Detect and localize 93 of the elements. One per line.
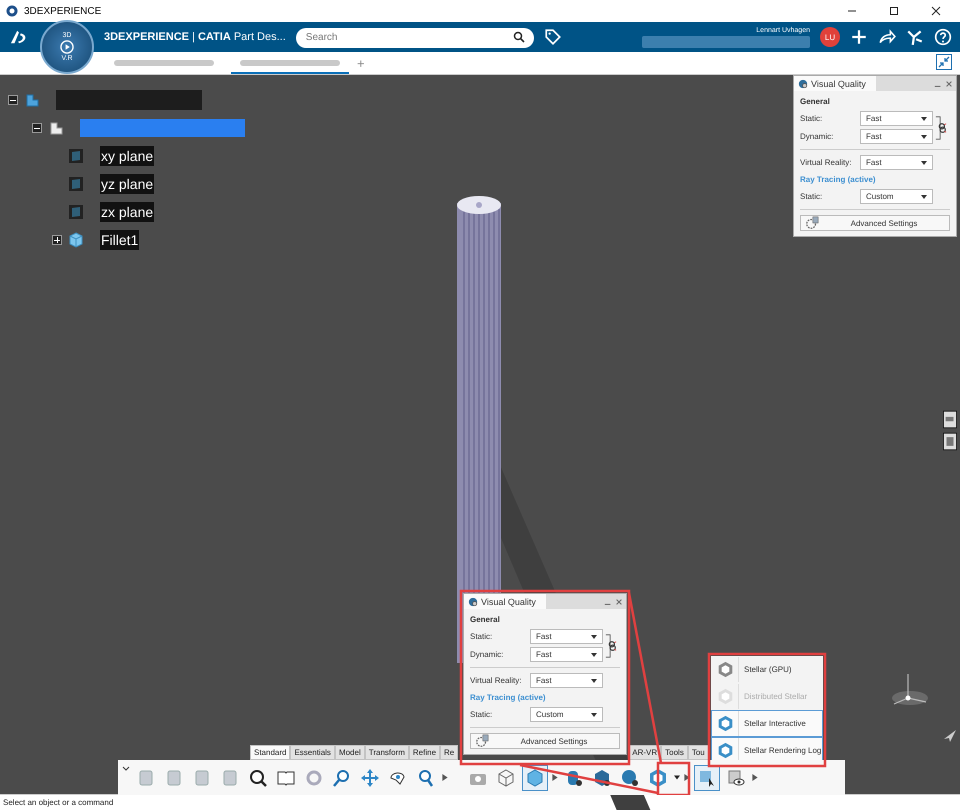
tag-icon[interactable]: [544, 28, 562, 46]
hexagon-icon: [716, 742, 734, 759]
select-cube-icon[interactable]: [694, 764, 720, 790]
advanced-settings-button[interactable]: Advanced Settings: [800, 215, 950, 231]
search-icon[interactable]: [512, 31, 525, 43]
close-icon[interactable]: [931, 6, 941, 16]
dropdown[interactable]: Fast: [530, 647, 603, 662]
ribbon-tab[interactable]: Standard: [250, 745, 290, 760]
highlight-frame: [656, 762, 690, 795]
part-icon: [48, 120, 64, 136]
tree-item[interactable]: Fillet1: [100, 230, 140, 250]
field-label: Static:: [800, 114, 822, 123]
tree-item[interactable]: yz plane: [100, 174, 154, 194]
plane-icon: [68, 204, 84, 220]
caret-icon: [921, 116, 927, 120]
dropdown[interactable]: Fast: [860, 129, 933, 144]
collapse-toggle[interactable]: [32, 123, 42, 133]
play-icon[interactable]: [684, 774, 690, 781]
tree-item[interactable]: xy plane: [100, 146, 154, 166]
ribbon-tab[interactable]: Refine: [408, 745, 440, 760]
panel-title: Visual Quality: [481, 596, 536, 606]
caret-icon: [921, 194, 927, 198]
panel-icon[interactable]: [943, 432, 957, 451]
printer-gear-icon[interactable]: [943, 410, 957, 429]
caret-icon: [591, 634, 597, 638]
hexagon-icon: [716, 688, 734, 705]
pointer-icon[interactable]: [944, 730, 956, 742]
collapse-toggle[interactable]: [8, 95, 18, 105]
plane-icon: [68, 176, 84, 192]
dropdown[interactable]: Fast: [860, 111, 933, 126]
link-icon[interactable]: [935, 114, 947, 142]
tree-item[interactable]: zx plane: [100, 202, 154, 222]
link-icon[interactable]: [605, 632, 617, 660]
hexagon-icon: [716, 715, 734, 732]
plus-icon[interactable]: [850, 28, 868, 46]
play-icon[interactable]: [60, 40, 74, 54]
dropdown[interactable]: Fast: [860, 155, 933, 170]
caret-icon: [591, 712, 597, 716]
play-icon[interactable]: [552, 774, 558, 781]
dropdown[interactable]: Fast: [530, 673, 603, 688]
field-label: Static:: [800, 192, 822, 201]
globe-icon: [798, 78, 808, 88]
ribbon-tab[interactable]: Tools: [661, 745, 688, 760]
figure-icon[interactable]: [906, 28, 924, 46]
section-title: General: [800, 96, 831, 108]
help-icon[interactable]: [934, 28, 952, 46]
panel-title: Visual Quality: [811, 78, 866, 88]
section-title: General: [470, 614, 501, 626]
hexagon-icon: [716, 661, 734, 678]
field-label: Virtual Reality:: [470, 676, 522, 685]
section-title: Ray Tracing (active): [800, 174, 877, 186]
caret-icon[interactable]: [674, 774, 680, 781]
play-icon[interactable]: [442, 774, 448, 781]
caret-icon: [921, 160, 927, 164]
dropdown[interactable]: Custom: [530, 707, 603, 722]
field-label: Dynamic:: [470, 650, 504, 659]
product-icon: [24, 92, 40, 108]
ribbon-tab[interactable]: Tou: [688, 745, 709, 760]
app-logo-icon: [6, 5, 18, 17]
menu-item[interactable]: Stellar (GPU): [711, 656, 823, 683]
gear-icon: [805, 216, 819, 230]
new-tab-button[interactable]: +: [357, 56, 365, 70]
ribbon-tab[interactable]: Re: [440, 745, 458, 760]
dropdown[interactable]: Fast: [530, 629, 603, 644]
user-avatar[interactable]: LU: [820, 27, 840, 47]
field-label: Dynamic:: [800, 132, 834, 141]
field-label: Static:: [470, 710, 492, 719]
expand-toggle[interactable]: [52, 235, 62, 245]
section-title: Ray Tracing (active): [470, 692, 547, 704]
dropdown[interactable]: Custom: [860, 189, 933, 204]
collapse-icon[interactable]: [936, 54, 952, 70]
plane-icon: [68, 148, 84, 164]
search-field[interactable]: Search: [296, 28, 534, 48]
status-text: Select an object or a command: [3, 798, 114, 807]
caret-icon: [921, 134, 927, 138]
chevron-icon[interactable]: [122, 766, 130, 772]
caret-icon: [591, 652, 597, 656]
ribbon-tab[interactable]: Transform: [364, 745, 409, 760]
ribbon-tab[interactable]: Essentials: [290, 745, 335, 760]
caret-icon: [591, 678, 597, 682]
field-label: Virtual Reality:: [800, 158, 852, 167]
menu-item[interactable]: Stellar Interactive: [711, 710, 823, 737]
gear-icon: [475, 734, 489, 748]
maximize-icon[interactable]: [889, 6, 899, 16]
field-label: Static:: [470, 632, 492, 641]
play-icon[interactable]: [752, 774, 758, 781]
share-icon[interactable]: [878, 28, 896, 46]
app-title: 3DEXPERIENCE | CATIA Part Des...: [104, 31, 286, 43]
advanced-settings-button[interactable]: Advanced Settings: [470, 733, 620, 749]
cube-icon: [68, 232, 84, 248]
ribbon-tab[interactable]: Model: [334, 745, 365, 760]
globe-icon: [468, 596, 478, 606]
window-title: 3DEXPERIENCE: [24, 6, 102, 16]
